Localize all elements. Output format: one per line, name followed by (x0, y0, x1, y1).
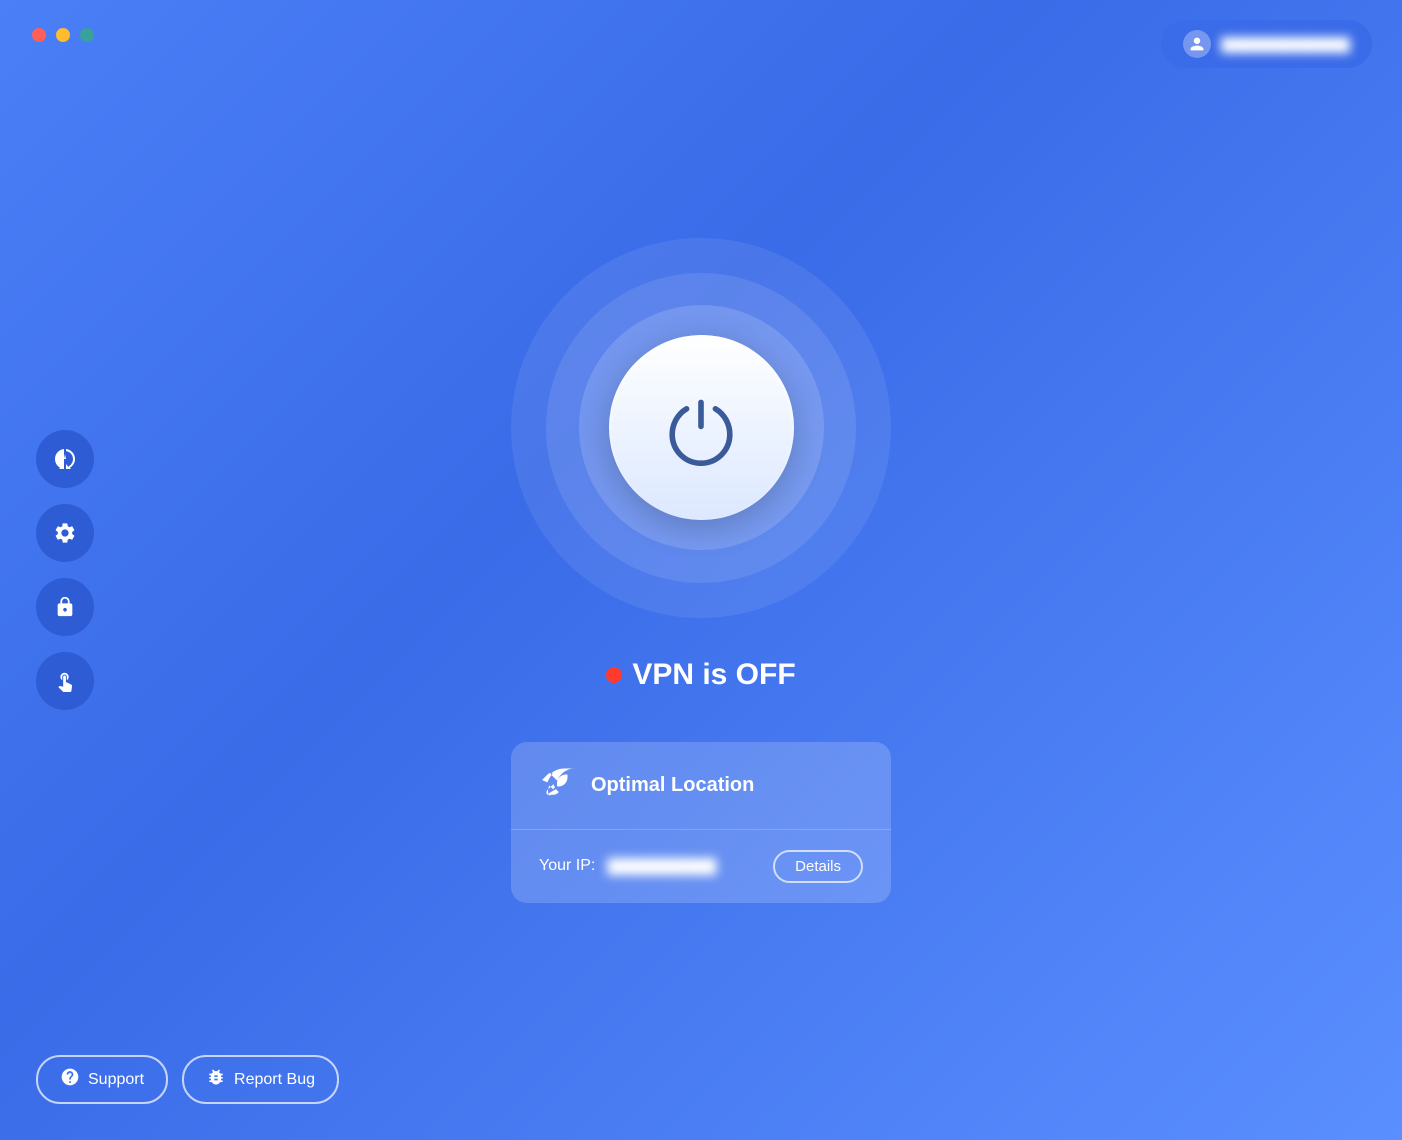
vpn-status: VPN is OFF (606, 658, 795, 692)
optimal-location-text: Optimal Location (591, 774, 754, 797)
power-button-container (511, 238, 891, 618)
main-content: VPN is OFF Optimal Location Your IP: ███… (0, 0, 1402, 1140)
power-button[interactable] (609, 335, 794, 520)
report-bug-button[interactable]: Report Bug (182, 1055, 339, 1104)
location-bottom: Your IP: ███████████ Details (511, 830, 891, 903)
location-top: Optimal Location (511, 742, 891, 830)
bottom-bar: Support Report Bug (36, 1055, 339, 1104)
details-button[interactable]: Details (773, 850, 863, 883)
location-card: Optimal Location Your IP: ███████████ De… (511, 742, 891, 903)
support-button[interactable]: Support (36, 1055, 168, 1104)
support-label: Support (88, 1071, 144, 1089)
report-bug-label: Report Bug (234, 1071, 315, 1089)
support-icon (60, 1067, 80, 1092)
vpn-status-text: VPN is OFF (632, 658, 795, 692)
rocket-icon (539, 764, 575, 807)
status-dot (606, 667, 622, 683)
bug-icon (206, 1067, 226, 1092)
ip-address: ███████████ (607, 858, 761, 874)
ip-label: Your IP: (539, 857, 595, 875)
power-icon (661, 388, 741, 468)
